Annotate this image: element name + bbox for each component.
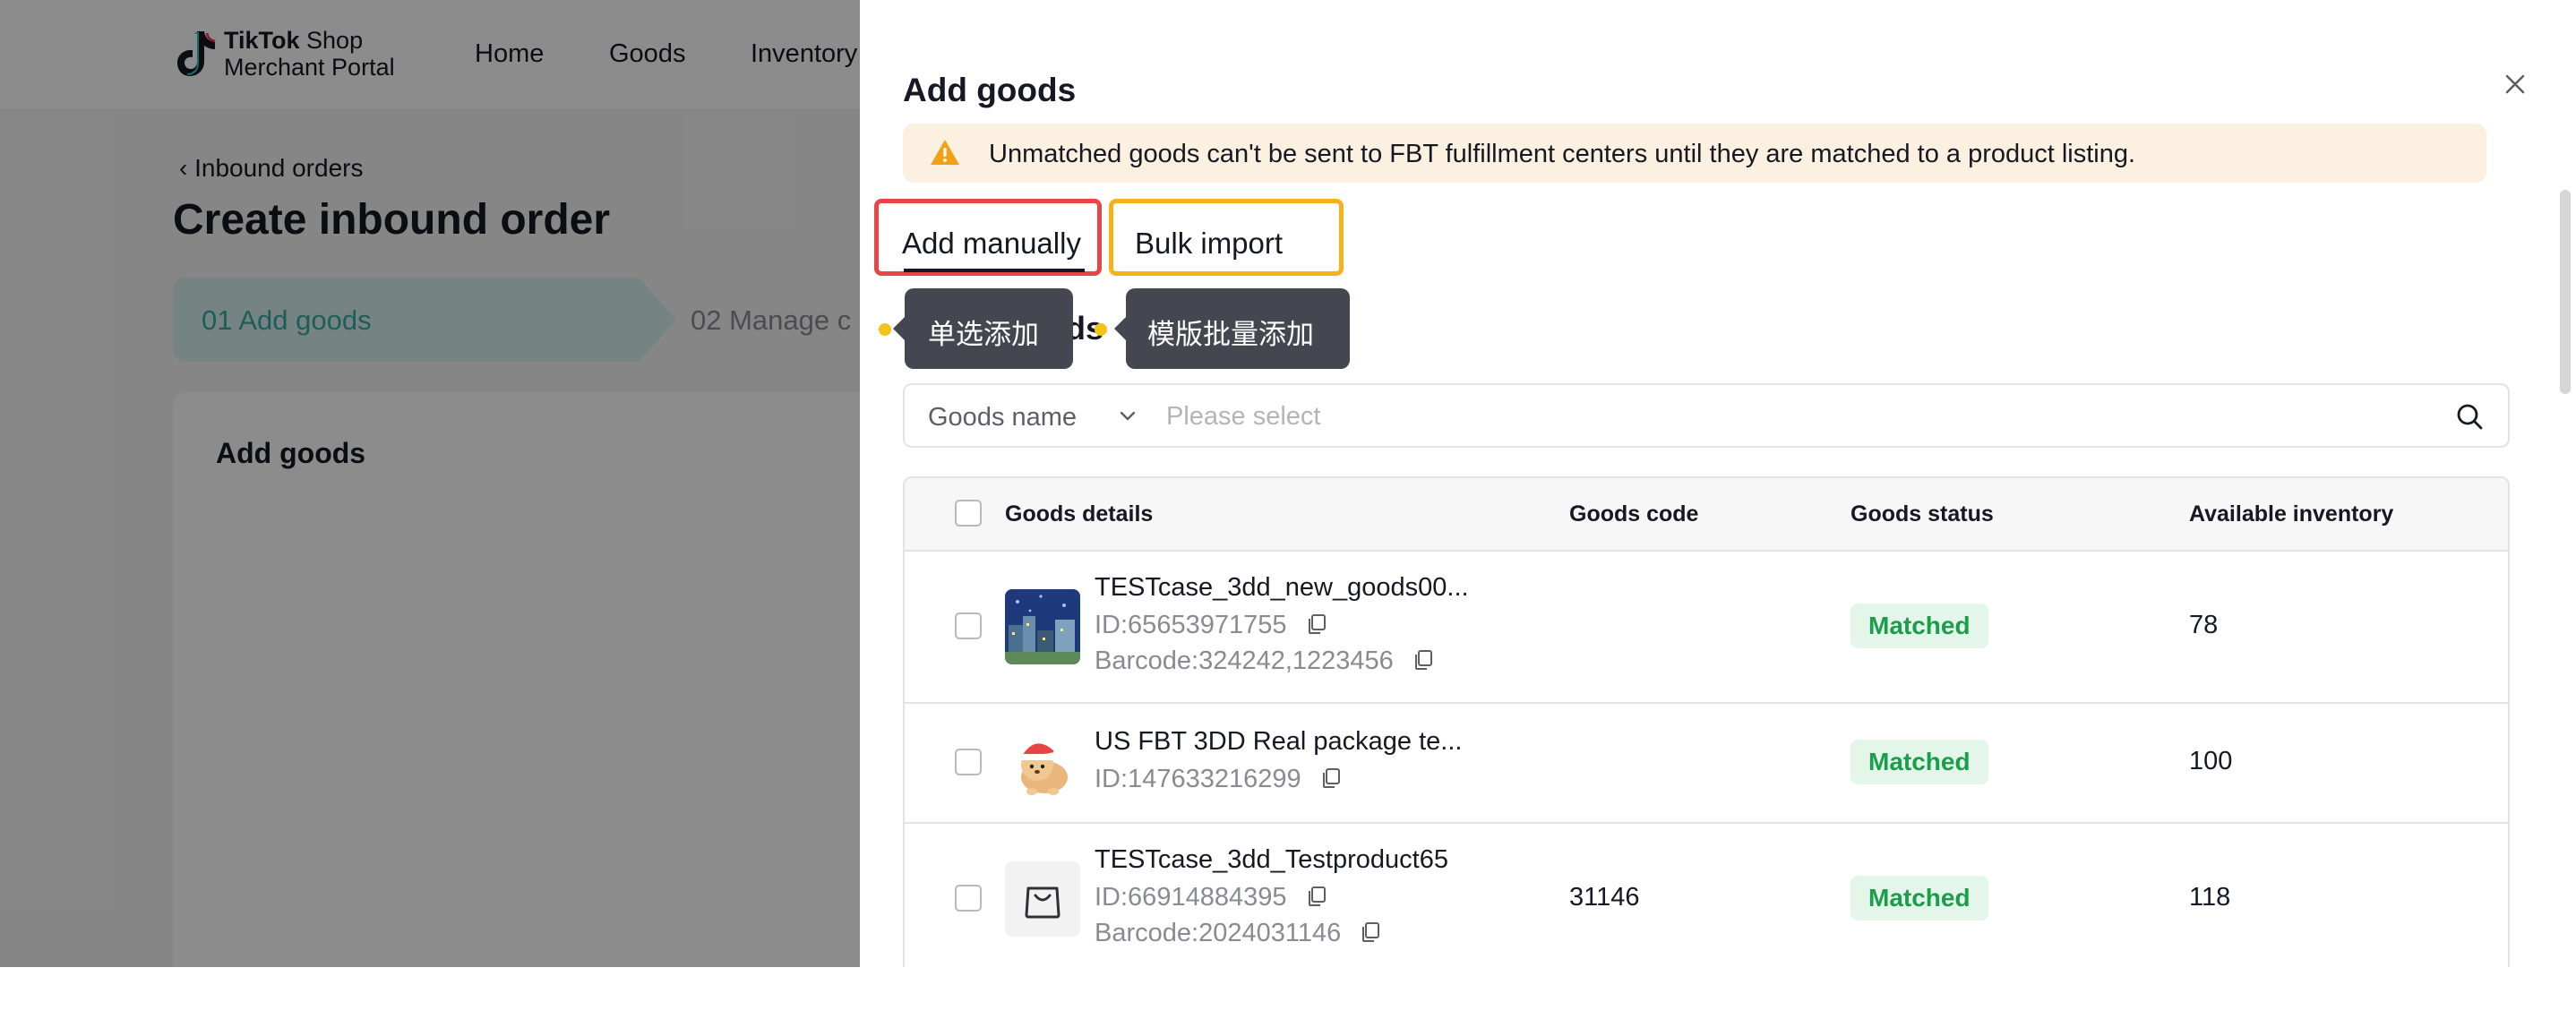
city-night-image [1005, 589, 1080, 664]
goods-thumbnail [1005, 725, 1080, 801]
table-row[interactable]: TESTcase_3dd_new_goods00... ID:656539717… [905, 552, 2508, 704]
chevron-down-icon [1120, 411, 1136, 421]
puppy-santa-hat-image [1019, 743, 1068, 795]
goods-thumbnail [1005, 589, 1080, 664]
status-badge: Matched [1850, 740, 1988, 784]
search-field-select[interactable]: Goods name [905, 385, 1146, 446]
drawer-title: Add goods [903, 72, 1077, 108]
tooltip-bulk-add: 模版批量添加 [1126, 288, 1350, 369]
alert-message: Unmatched goods can't be sent to FBT ful… [989, 140, 2136, 168]
goods-table: Goods details Goods code Goods status Av… [903, 476, 2510, 967]
active-tab-indicator [904, 269, 1085, 272]
tab-label: Add manually [902, 227, 1081, 260]
copy-icon[interactable] [1413, 649, 1433, 671]
row-checkbox[interactable] [955, 885, 982, 912]
select-all-checkbox[interactable] [955, 500, 982, 527]
search-input[interactable] [1164, 392, 2422, 441]
copy-icon[interactable] [1307, 613, 1327, 635]
goods-name: TESTcase_3dd_Testproduct65 [1095, 845, 1448, 874]
column-header-goods-code: Goods code [1569, 501, 1699, 527]
goods-name: US FBT 3DD Real package te... [1095, 727, 1463, 756]
drawer-scrollbar[interactable] [2560, 190, 2571, 394]
tooltip-pointer [1114, 316, 1127, 341]
goods-code: 31146 [1569, 883, 1640, 912]
tooltip-text: 模版批量添加 [1147, 319, 1314, 350]
status-badge: Matched [1850, 876, 1988, 921]
copy-icon[interactable] [1307, 886, 1327, 907]
tooltip-anchor-dot [879, 323, 891, 336]
table-row[interactable]: US FBT 3DD Real package te... ID:1476332… [905, 704, 2508, 824]
available-inventory: 100 [2189, 747, 2233, 775]
tab-label: Bulk import [1135, 227, 1284, 260]
status-badge: Matched [1850, 604, 1988, 648]
goods-thumbnail [1005, 861, 1080, 937]
goods-barcode: Barcode:2024031146 [1095, 919, 1380, 948]
goods-name: TESTcase_3dd_new_goods00... [1095, 573, 1469, 602]
tab-add-manually[interactable]: Add manually [874, 199, 1102, 276]
goods-id: ID:66914884395 [1095, 883, 1327, 912]
copy-icon[interactable] [1321, 767, 1341, 789]
tab-bulk-import[interactable]: Bulk import [1109, 199, 1344, 276]
column-header-available-inventory: Available inventory [2189, 501, 2394, 527]
row-checkbox[interactable] [955, 612, 982, 639]
search-field-label: Goods name [928, 403, 1078, 432]
goods-id: ID:147633216299 [1095, 765, 1341, 794]
tooltip-text: 单选添加 [928, 319, 1039, 350]
modal-overlay[interactable] [0, 0, 860, 967]
column-header-goods-details: Goods details [1005, 501, 1154, 527]
warning-alert: Unmatched goods can't be sent to FBT ful… [903, 124, 2486, 183]
shopping-bag-icon [1025, 886, 1060, 919]
tooltip-pointer [893, 316, 906, 341]
copy-icon[interactable] [1361, 921, 1380, 943]
available-inventory: 118 [2189, 883, 2231, 912]
tooltip-single-add: 单选添加 [905, 288, 1073, 369]
available-inventory: 78 [2189, 611, 2219, 639]
add-goods-drawer: Add goods Unmatched goods can't be sent … [860, 0, 2576, 967]
row-checkbox[interactable] [955, 749, 982, 775]
goods-barcode: Barcode:324242,1223456 [1095, 647, 1433, 676]
goods-search-bar: Goods name [903, 383, 2510, 448]
column-header-goods-status: Goods status [1850, 501, 1994, 527]
table-header: Goods details Goods code Goods status Av… [905, 478, 2508, 552]
table-row[interactable]: TESTcase_3dd_Testproduct65 ID:6691488439… [905, 824, 2508, 967]
tooltip-anchor-dot [1095, 323, 1107, 336]
goods-id: ID:65653971755 [1095, 611, 1327, 640]
search-icon[interactable] [2454, 401, 2485, 432]
close-icon[interactable] [2499, 68, 2531, 100]
warning-triangle-icon [931, 140, 959, 165]
